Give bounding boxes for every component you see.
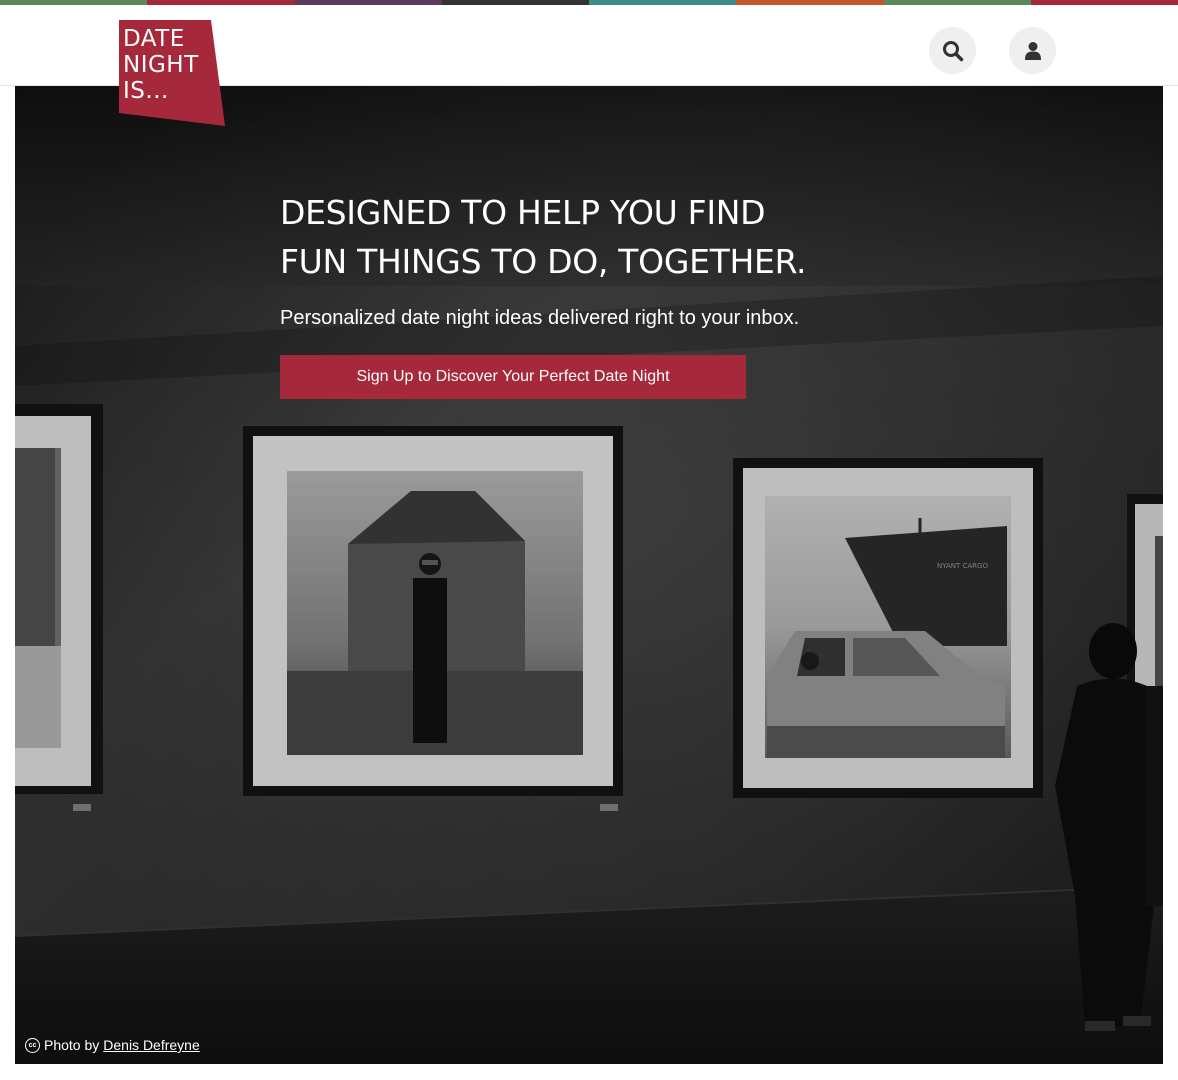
hero-title-line-1: DESIGNED TO HELP YOU FIND — [280, 193, 766, 232]
hero-title-line-2: FUN THINGS TO DO, TOGETHER. — [280, 242, 807, 281]
hero-title: DESIGNED TO HELP YOU FIND FUN THINGS TO … — [280, 188, 900, 286]
signup-cta-button[interactable]: Sign Up to Discover Your Perfect Date Ni… — [280, 355, 746, 399]
user-icon — [1024, 41, 1041, 60]
photo-credit-prefix: Photo by — [44, 1037, 100, 1053]
hero-section: NYANT CARGO DESIGNED TO HELP YOU FIND FU… — [15, 86, 1163, 1064]
cc-icon: cc — [25, 1037, 40, 1053]
site-logo[interactable]: DATE NIGHT IS... — [119, 20, 227, 128]
search-button[interactable] — [929, 27, 976, 74]
logo-text: DATE NIGHT IS... — [123, 26, 199, 104]
photo-credit-author-link[interactable]: Denis Defreyne — [103, 1037, 200, 1053]
search-icon — [942, 40, 963, 61]
account-button[interactable] — [1009, 27, 1056, 74]
photo-credit: cc Photo by Denis Defreyne — [25, 1037, 200, 1053]
hero-subtitle: Personalized date night ideas delivered … — [280, 307, 800, 329]
